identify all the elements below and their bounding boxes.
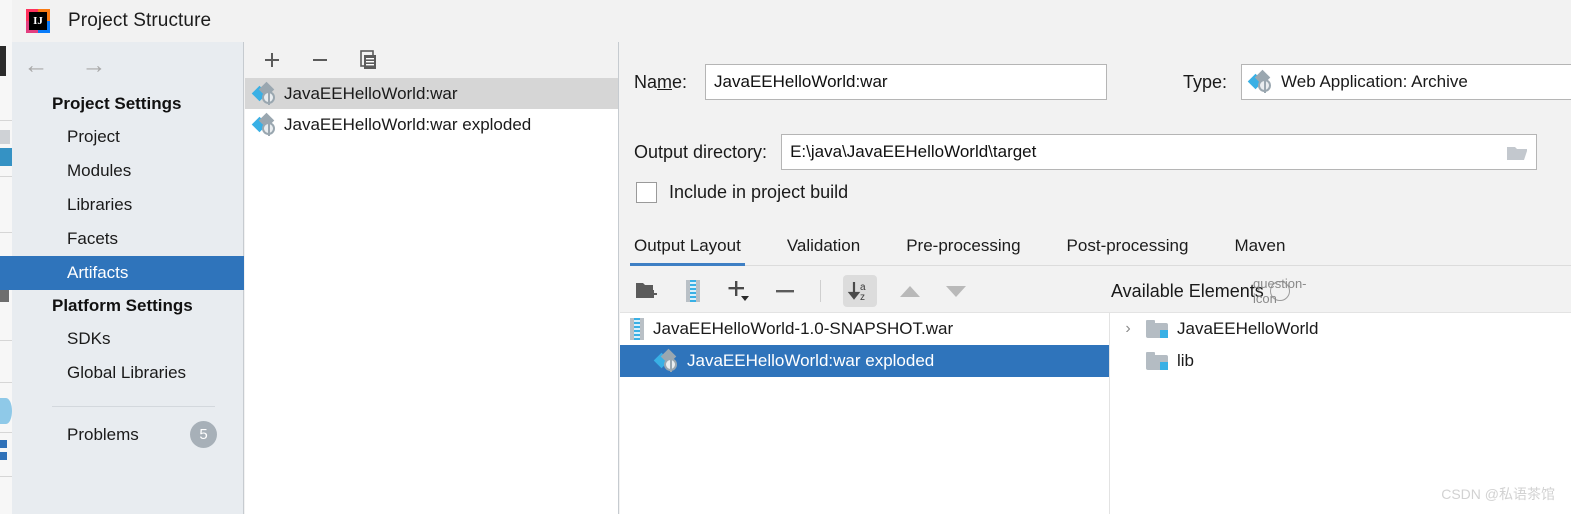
sidebar-item-problems[interactable]: Problems 5: [12, 407, 243, 448]
type-label: Type:: [1183, 71, 1228, 92]
tab-output-layout[interactable]: Output Layout: [630, 236, 745, 266]
list-item[interactable]: JavaEEHelloWorld:war exploded: [245, 109, 618, 140]
artifacts-list-panel: JavaEEHelloWorld:war JavaEEHelloWorld:wa…: [245, 42, 619, 514]
artifact-label: JavaEEHelloWorld:war: [284, 83, 458, 103]
include-in-build-checkbox[interactable]: [636, 182, 657, 203]
artifacts-toolbar: [245, 42, 618, 78]
back-icon[interactable]: ←: [20, 50, 52, 80]
sort-az-icon[interactable]: a z: [843, 275, 877, 307]
plus-dropdown-icon[interactable]: [726, 278, 752, 304]
chevron-placeholder: ›: [1119, 352, 1137, 370]
output-layout-tree: JavaEEHelloWorld-1.0-SNAPSHOT.war JavaEE…: [620, 312, 1109, 514]
tree-row-label: JavaEEHelloWorld-1.0-SNAPSHOT.war: [653, 319, 954, 338]
sidebar-item-modules[interactable]: Modules: [12, 154, 243, 188]
question-icon[interactable]: question-icon: [1253, 276, 1306, 306]
tab-pre-processing[interactable]: Pre-processing: [906, 236, 1020, 265]
chevron-right-icon[interactable]: ›: [1119, 320, 1137, 338]
tree-row[interactable]: JavaEEHelloWorld-1.0-SNAPSHOT.war: [620, 313, 1109, 345]
name-label: Name:: [634, 71, 688, 92]
artifact-icon: [251, 112, 276, 136]
type-select[interactable]: Web Application: Archive: [1241, 64, 1571, 100]
copy-artifact-button[interactable]: [355, 47, 381, 73]
include-in-build-row[interactable]: Include in project build: [636, 182, 848, 203]
output-layout-toolbar: a z: [634, 270, 1114, 312]
artifact-icon: [251, 81, 276, 105]
triangle-down-icon[interactable]: [943, 278, 969, 304]
list-item[interactable]: › lib: [1110, 345, 1571, 377]
problems-label: Problems: [67, 424, 139, 444]
artifact-label: JavaEEHelloWorld:war exploded: [284, 114, 532, 134]
sidebar-item-global-libraries[interactable]: Global Libraries: [12, 356, 243, 390]
name-input[interactable]: JavaEEHelloWorld:war: [705, 64, 1108, 100]
sidebar-item-facets[interactable]: Facets: [12, 222, 243, 256]
tab-post-processing[interactable]: Post-processing: [1067, 236, 1189, 265]
sidebar-group-project-settings: Project Settings: [52, 94, 182, 113]
archive-icon: [630, 318, 644, 340]
archive-icon[interactable]: [680, 278, 706, 304]
artifact-detail-panel: Name: JavaEEHelloWorld:war Type: Web App…: [620, 42, 1571, 514]
available-item-label: JavaEEHelloWorld: [1177, 319, 1319, 338]
module-folder-icon: [1146, 352, 1168, 370]
available-elements-header: Available Elements question-icon: [1109, 270, 1571, 312]
artifact-icon: [653, 348, 678, 372]
new-folder-icon[interactable]: [634, 278, 660, 304]
module-folder-icon: [1146, 320, 1168, 338]
available-elements-title: Available Elements: [1111, 280, 1264, 301]
problems-count-badge: 5: [190, 421, 217, 448]
toolbar-divider: [820, 280, 821, 302]
forward-icon[interactable]: →: [78, 50, 110, 80]
svg-text:z: z: [860, 292, 865, 303]
include-in-build-label: Include in project build: [669, 182, 849, 202]
settings-sidebar: ← → Project Settings Project Modules Lib…: [0, 42, 244, 514]
remove-artifact-button[interactable]: [307, 47, 333, 73]
sidebar-item-artifacts[interactable]: Artifacts: [0, 256, 244, 290]
type-row: Type: Web Application: Archive: [1183, 64, 1571, 100]
output-directory-label: Output directory:: [634, 141, 768, 162]
intellij-idea-icon: IJ: [26, 9, 50, 33]
project-structure-dialog: IJ Project Structure ← → Project Setting…: [0, 0, 1571, 514]
artifact-icon: [1247, 69, 1272, 93]
tab-maven[interactable]: Maven: [1234, 236, 1285, 265]
detail-tabs: Output Layout Validation Pre-processing …: [630, 224, 1571, 266]
page-title: Project Structure: [68, 10, 212, 31]
sidebar-item-libraries[interactable]: Libraries: [12, 188, 243, 222]
remove-element-button[interactable]: [772, 278, 798, 304]
sidebar-group-platform-settings: Platform Settings: [52, 296, 193, 315]
output-directory-row: Output directory: E:\java\JavaEEHelloWor…: [634, 134, 1538, 170]
tree-row-label: JavaEEHelloWorld:war exploded: [687, 351, 935, 370]
title-bar: IJ Project Structure: [12, 0, 1571, 42]
output-directory-input[interactable]: E:\java\JavaEEHelloWorld\target: [781, 134, 1538, 170]
type-value: Web Application: Archive: [1281, 72, 1468, 91]
output-directory-value: E:\java\JavaEEHelloWorld\target: [790, 142, 1037, 161]
sidebar-item-sdks[interactable]: SDKs: [12, 322, 243, 356]
navigation-arrows: ← →: [12, 42, 243, 88]
csdn-watermark: CSDN @私语茶馆: [1441, 486, 1555, 502]
sidebar-item-project[interactable]: Project: [12, 120, 243, 154]
add-artifact-button[interactable]: [259, 47, 285, 73]
tree-row[interactable]: JavaEEHelloWorld:war exploded: [620, 345, 1109, 377]
name-row: Name: JavaEEHelloWorld:war: [634, 64, 1108, 100]
list-item[interactable]: JavaEEHelloWorld:war: [245, 78, 618, 109]
folder-icon[interactable]: [1504, 142, 1530, 169]
tab-validation[interactable]: Validation: [787, 236, 860, 265]
list-item[interactable]: › JavaEEHelloWorld: [1110, 313, 1571, 345]
available-item-label: lib: [1177, 351, 1195, 370]
triangle-up-icon[interactable]: [897, 278, 923, 304]
